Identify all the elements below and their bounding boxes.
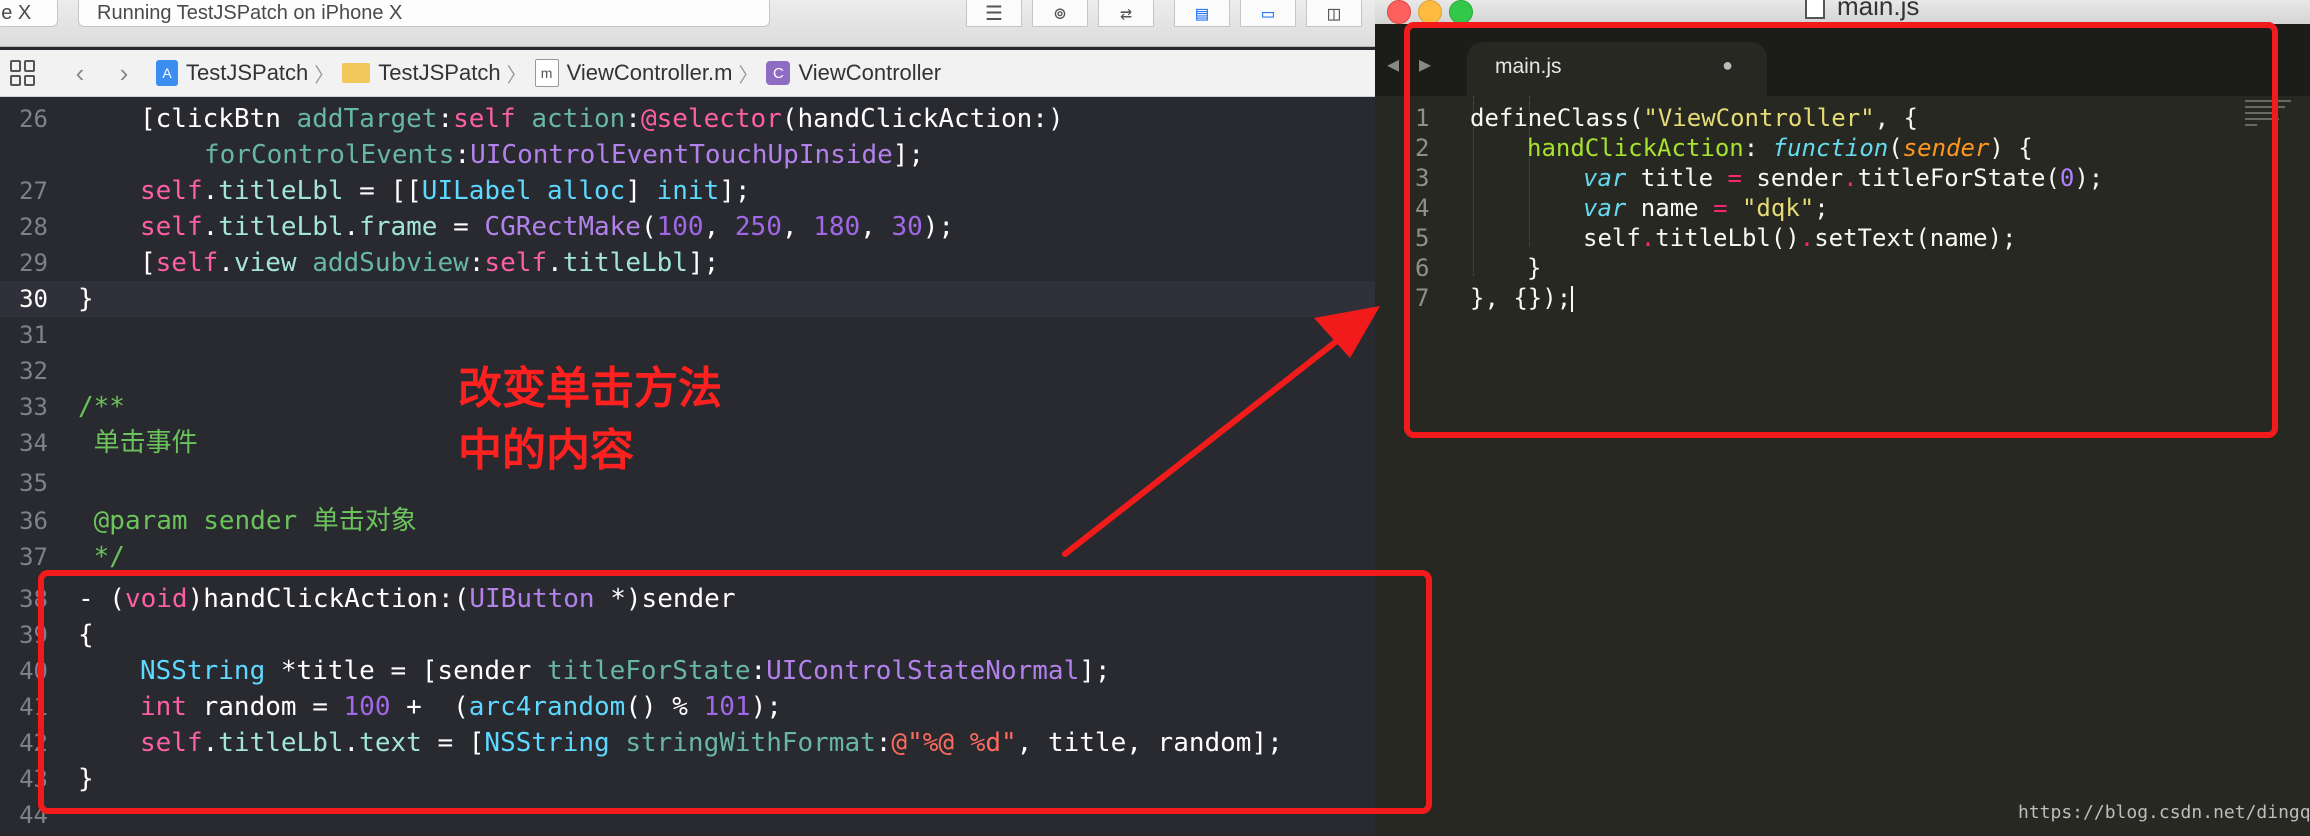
code-comment: /** — [78, 392, 125, 422]
line-number: 37 — [19, 543, 48, 571]
jumpbar-item-group[interactable]: TestJSPatch — [342, 60, 501, 86]
jumpbar-item-symbol[interactable]: C ViewController — [766, 60, 941, 86]
scheme-selector[interactable]: one X — [0, 0, 58, 27]
code-comment: @param sender 单击对象 — [78, 506, 417, 536]
jumpbar-item-project[interactable]: A TestJSPatch — [156, 60, 308, 86]
line-number: 36 — [19, 507, 48, 535]
forward-chevron-icon[interactable]: › — [102, 58, 146, 89]
window-title-text: main.js — [1837, 0, 1920, 21]
zoom-window-icon[interactable] — [1449, 0, 1473, 24]
breadcrumb-separator-icon: 〉 — [506, 64, 527, 87]
window-title: main.js — [1805, 0, 1919, 22]
document-icon — [1805, 0, 1825, 19]
code-line: 27 self.titleLbl = [[UILabel alloc] init… — [0, 173, 1375, 209]
assistant-editor-button[interactable]: ⊚ — [1032, 0, 1088, 27]
code-text: forControlEvents:UIControlEventTouchUpIn… — [204, 140, 925, 170]
line-number: 28 — [19, 213, 48, 241]
code-line: 26 [clickBtn addTarget:self action:@sele… — [0, 101, 1375, 137]
line-number: 35 — [19, 469, 48, 497]
toggle-navigator-button[interactable]: ▤ — [1174, 0, 1230, 27]
standard-editor-button[interactable]: ☰ — [966, 0, 1022, 27]
jumpbar-item-file[interactable]: m ViewController.m — [534, 59, 733, 87]
line-number: 31 — [19, 321, 48, 349]
code-line: 36 @param sender 单击对象 — [0, 503, 1375, 539]
line-number: 29 — [19, 249, 48, 277]
right-panel-icon: ◫ — [1327, 1, 1341, 25]
toggle-debug-area-button[interactable]: ▭ — [1240, 0, 1296, 27]
code-text: self.titleLbl.frame = CGRectMake(100, 25… — [140, 212, 955, 242]
code-text: [self.view addSubview:self.titleLbl]; — [140, 248, 720, 278]
code-text: } — [78, 284, 94, 314]
venn-icon: ⊚ — [1053, 1, 1067, 25]
folder-icon — [342, 63, 371, 83]
line-number: 30 — [19, 285, 48, 313]
activity-status-field: Running TestJSPatch on iPhone X — [78, 0, 770, 27]
toggle-utilities-button[interactable]: ◫ — [1306, 0, 1362, 27]
line-number: 27 — [19, 177, 48, 205]
sublime-titlebar: main.js — [1375, 0, 2310, 24]
jumpbar-item-label: TestJSPatch — [186, 60, 309, 85]
minimize-window-icon[interactable] — [1418, 0, 1442, 24]
objc-file-icon: m — [534, 59, 559, 87]
left-panel-icon: ▤ — [1195, 1, 1209, 25]
breadcrumb-separator-icon: 〉 — [738, 64, 759, 87]
scheme-label: one X — [0, 1, 32, 24]
jumpbar-item-label: ViewController — [798, 60, 942, 85]
activity-status-text: Running TestJSPatch on iPhone X — [97, 1, 403, 24]
annotation-line: 中的内容 — [458, 425, 634, 476]
lines-icon: ☰ — [985, 1, 1003, 25]
breadcrumb-separator-icon: 〉 — [314, 64, 335, 87]
code-comment: 单击事件 — [78, 428, 198, 458]
line-number: 33 — [19, 393, 48, 421]
code-line: 29 [self.view addSubview:self.titleLbl]; — [0, 245, 1375, 281]
jumpbar-item-label: TestJSPatch — [378, 60, 501, 85]
code-line: 31 — [0, 317, 1375, 353]
version-editor-button[interactable]: ⇄ — [1098, 0, 1154, 27]
class-symbol-icon: C — [766, 61, 791, 85]
close-window-icon[interactable] — [1387, 0, 1411, 24]
highlight-box-objc-method — [38, 570, 1432, 814]
related-items-grid-icon[interactable] — [10, 60, 36, 86]
code-text: self.titleLbl = [[UILabel alloc] init]; — [140, 176, 751, 206]
back-chevron-icon[interactable]: ‹ — [58, 58, 102, 89]
bottom-panel-icon: ▭ — [1261, 1, 1275, 25]
jump-bar: ‹ › A TestJSPatch 〉 TestJSPatch 〉 m View… — [0, 50, 1375, 97]
line-number: 34 — [19, 429, 48, 457]
annotation-line: 改变单击方法 — [458, 363, 722, 414]
annotation-text: 改变单击方法 中的内容 — [458, 358, 722, 482]
highlight-box-js-patch — [1404, 22, 2278, 438]
swap-arrows-icon: ⇄ — [1119, 1, 1133, 25]
jumpbar-item-label: ViewController.m — [566, 60, 733, 85]
code-line: 28 self.titleLbl.frame = CGRectMake(100,… — [0, 209, 1375, 245]
project-file-icon: A — [156, 60, 178, 86]
tab-scroll-left-icon[interactable]: ◀ — [1387, 52, 1399, 76]
watermark-text: https://blog.csdn.net/dingqk — [2018, 802, 2310, 823]
code-line-current: 30 } — [0, 281, 1375, 317]
line-number: 26 — [19, 105, 48, 133]
code-text: [clickBtn addTarget:self action:@selecto… — [140, 104, 1064, 134]
xcode-toolbar: one X Running TestJSPatch on iPhone X ☰ … — [0, 0, 1375, 47]
code-line-wrapped: forControlEvents:UIControlEventTouchUpIn… — [0, 137, 1375, 173]
line-number: 32 — [19, 357, 48, 385]
